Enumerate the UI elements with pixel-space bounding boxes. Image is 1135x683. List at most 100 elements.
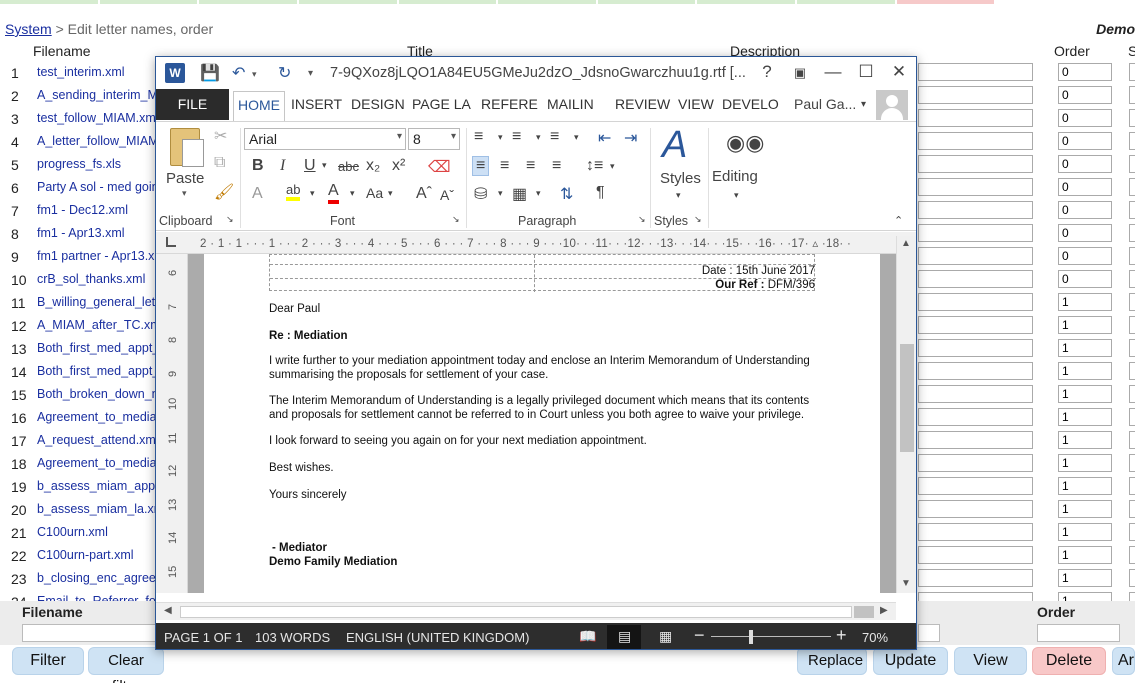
styles-launcher-icon[interactable]: ↘: [694, 214, 702, 225]
row-s-input[interactable]: [1129, 431, 1135, 449]
align-left-icon[interactable]: ≡: [472, 156, 490, 176]
word-logo-icon[interactable]: W: [165, 63, 185, 83]
row-description-input[interactable]: [918, 201, 1033, 219]
row-description-input[interactable]: [918, 86, 1033, 104]
font-name-select[interactable]: Arial ▾: [244, 128, 406, 150]
row-order-input[interactable]: [1058, 201, 1112, 219]
document-canvas[interactable]: Date : 15th June 2017 Our Ref : DFM/396 …: [188, 254, 896, 593]
more-button[interactable]: Ar: [1112, 647, 1135, 675]
horizontal-scroll-track[interactable]: [180, 606, 852, 618]
word-count[interactable]: 103 WORDS: [255, 630, 330, 645]
row-filename-link[interactable]: fm1 - Dec12.xml: [37, 203, 128, 217]
styles-button-label[interactable]: Styles: [660, 170, 701, 187]
bullets-dropdown-icon[interactable]: ▾: [498, 132, 503, 143]
user-dropdown-icon[interactable]: ▾: [861, 99, 866, 110]
row-s-input[interactable]: [1129, 592, 1135, 601]
row-s-input[interactable]: [1129, 178, 1135, 196]
multilevel-list-icon[interactable]: ≡: [550, 128, 559, 146]
horizontal-ruler[interactable]: 2 · 1 · 1 · · · 1 · · · 2 · · · 3 · · · …: [156, 232, 916, 254]
row-order-input[interactable]: [1058, 431, 1112, 449]
update-button[interactable]: Update: [873, 647, 948, 675]
row-description-input[interactable]: [918, 316, 1033, 334]
row-filename-link[interactable]: b_assess_miam_la.xml: [37, 502, 167, 516]
font-size-select[interactable]: 8 ▾: [408, 128, 460, 150]
font-name-dropdown-icon[interactable]: ▾: [397, 131, 402, 142]
editing-dropdown-icon[interactable]: ▾: [734, 190, 739, 201]
row-s-input[interactable]: [1129, 270, 1135, 288]
row-order-input[interactable]: [1058, 132, 1112, 150]
highlight-icon[interactable]: ab: [286, 182, 301, 201]
row-order-input[interactable]: [1058, 362, 1112, 380]
tab-design[interactable]: DESIGN: [351, 96, 405, 112]
justify-icon[interactable]: ≡: [552, 157, 561, 175]
user-account[interactable]: Paul Ga...: [794, 96, 856, 112]
row-description-input[interactable]: [918, 500, 1033, 518]
zoom-slider-thumb[interactable]: [749, 630, 753, 644]
vertical-scroll-thumb[interactable]: [900, 344, 914, 452]
increase-indent-icon[interactable]: ⇥: [624, 128, 637, 148]
row-s-input[interactable]: [1129, 408, 1135, 426]
row-order-input[interactable]: [1058, 247, 1112, 265]
row-order-input[interactable]: [1058, 408, 1112, 426]
row-filename-link[interactable]: b_assess_miam_app.: [37, 479, 159, 493]
row-s-input[interactable]: [1129, 477, 1135, 495]
row-order-input[interactable]: [1058, 546, 1112, 564]
vertical-scrollbar[interactable]: ▲ ▼: [896, 236, 916, 593]
text-effects-icon[interactable]: A: [252, 185, 263, 203]
align-center-icon[interactable]: ≡: [500, 157, 509, 175]
row-filename-link[interactable]: Both_first_med_appt_: [37, 364, 159, 378]
bold-icon[interactable]: B: [252, 157, 264, 175]
row-description-input[interactable]: [918, 592, 1033, 601]
styles-gallery-icon[interactable]: A: [662, 124, 687, 167]
filter-button[interactable]: Filter: [12, 647, 84, 675]
row-description-input[interactable]: [918, 385, 1033, 403]
column-header-order[interactable]: Order: [1054, 43, 1090, 59]
customize-toolbar-icon[interactable]: ▾: [308, 68, 313, 79]
show-formatting-icon[interactable]: ¶: [596, 184, 605, 202]
superscript-icon[interactable]: x²: [392, 157, 405, 175]
row-filename-link[interactable]: Both_first_med_appt_: [37, 341, 159, 355]
row-order-input[interactable]: [1058, 339, 1112, 357]
replace-button[interactable]: Replace: [797, 647, 867, 675]
underline-dropdown-icon[interactable]: ▾: [322, 160, 327, 171]
tab-mailings[interactable]: MAILIN: [547, 96, 594, 112]
vertical-ruler[interactable]: 6 7 8 9 10 11 12 13 14 15: [156, 254, 188, 593]
row-filename-link[interactable]: C100urn-part.xml: [37, 548, 134, 562]
shading-dropdown-icon[interactable]: ▾: [498, 188, 503, 199]
editing-button-label[interactable]: Editing: [712, 168, 758, 185]
bullets-icon[interactable]: ≡: [474, 128, 483, 146]
filter-filename-input[interactable]: [22, 624, 157, 642]
row-order-input[interactable]: [1058, 316, 1112, 334]
row-order-input[interactable]: [1058, 592, 1112, 601]
row-filename-link[interactable]: Party A sol - med going: [37, 180, 166, 194]
font-color-dropdown-icon[interactable]: ▾: [350, 188, 355, 199]
numbering-dropdown-icon[interactable]: ▾: [536, 132, 541, 143]
highlight-dropdown-icon[interactable]: ▾: [310, 188, 315, 199]
row-description-input[interactable]: [918, 339, 1033, 357]
italic-icon[interactable]: I: [280, 157, 285, 175]
ribbon-display-icon[interactable]: ▣: [788, 65, 812, 81]
row-filename-link[interactable]: fm1 - Apr13.xml: [37, 226, 125, 240]
row-s-input[interactable]: [1129, 109, 1135, 127]
row-filename-link[interactable]: crB_sol_thanks.xml: [37, 272, 145, 286]
row-description-input[interactable]: [918, 155, 1033, 173]
row-filename-link[interactable]: B_willing_general_letter: [37, 295, 170, 309]
filter-order-input[interactable]: [1037, 624, 1120, 642]
row-s-input[interactable]: [1129, 201, 1135, 219]
row-filename-link[interactable]: fm1 partner - Apr13.xml: [37, 249, 168, 263]
row-s-input[interactable]: [1129, 569, 1135, 587]
format-painter-icon[interactable]: 🖌: [214, 182, 234, 202]
tab-selector-icon[interactable]: [166, 237, 176, 247]
row-description-input[interactable]: [918, 362, 1033, 380]
nav-tab[interactable]: [797, 0, 897, 4]
row-filename-link[interactable]: test_interim.xml: [37, 65, 125, 79]
row-order-input[interactable]: [1058, 86, 1112, 104]
line-spacing-dropdown-icon[interactable]: ▾: [610, 161, 615, 172]
language-status[interactable]: ENGLISH (UNITED KINGDOM): [346, 630, 529, 645]
zoom-slider[interactable]: [711, 636, 831, 637]
row-s-input[interactable]: [1129, 316, 1135, 334]
tab-page-layout[interactable]: PAGE LA: [412, 96, 471, 112]
row-s-input[interactable]: [1129, 546, 1135, 564]
row-description-input[interactable]: [918, 63, 1033, 81]
tab-references[interactable]: REFERE: [481, 96, 538, 112]
